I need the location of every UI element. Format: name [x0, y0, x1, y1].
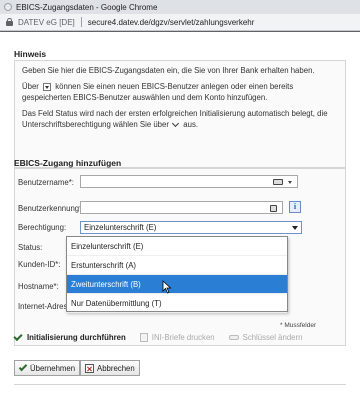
hostname-label: Hostname*:	[18, 282, 59, 291]
schluessel-label: Schlüssel ändern	[242, 332, 303, 342]
init-action-label: Initialisierung durchführen	[27, 332, 126, 342]
kunden-id-label: Kunden-ID*:	[18, 260, 61, 269]
chevron-down-icon[interactable]	[288, 181, 292, 184]
url-text[interactable]: secure4.datev.de/dgzv/servlet/zahlungsve…	[88, 18, 255, 27]
dropdown-option[interactable]: Einzelunterschrift (E)	[67, 237, 287, 256]
cancel-icon	[85, 363, 94, 373]
user-card-icon[interactable]	[273, 179, 283, 185]
key-icon	[228, 334, 239, 340]
abbrechen-label: Abbrechen	[97, 363, 135, 373]
hint-line-2-post: können Sie einen neuen EBICS-Benutzer an…	[22, 82, 294, 102]
dropdown-option[interactable]: Nur Datenübermittlung (T)	[67, 294, 287, 313]
hint-line-2: Über können Sie einen neuen EBICS-Benutz…	[22, 81, 338, 103]
benutzername-input[interactable]	[80, 175, 298, 188]
check-icon	[18, 362, 28, 371]
form-title: EBICS-Zugang hinzufügen	[14, 158, 122, 168]
hint-line-3: Das Feld Status wird nach der ersten erf…	[22, 108, 338, 130]
divider	[14, 384, 346, 385]
berechtigung-select[interactable]: Einzelunterschrift (E)	[80, 221, 302, 234]
hint-line-3-post: aus.	[183, 120, 199, 129]
window-title: EBICS-Zugangsdaten - Google Chrome	[16, 2, 158, 12]
abbrechen-button[interactable]: Abbrechen	[80, 360, 140, 376]
chrome-app-icon	[4, 3, 12, 11]
dropdown-option-selected[interactable]: Zweitunterschrift (B)	[67, 275, 287, 294]
field-icon	[270, 205, 277, 212]
berechtigung-selected-value: Einzelunterschrift (E)	[84, 223, 157, 232]
dropdown-option[interactable]: Erstunterschrift (A)	[67, 256, 287, 275]
hint-box: Geben Sie hier die EBICS-Zugangsdaten ei…	[14, 60, 346, 168]
status-label: Status:	[18, 243, 43, 252]
info-icon[interactable]: i	[289, 201, 301, 213]
address-separator	[80, 17, 82, 27]
page-content: Hinweis Geben Sie hier die EBICS-Zugangs…	[0, 32, 360, 400]
berechtigung-label: Berechtigung:	[18, 223, 67, 232]
check-icon	[13, 331, 23, 341]
dropdown-arrow-icon	[43, 82, 52, 91]
chevron-down-icon[interactable]	[292, 226, 298, 230]
schluessel-action: Schlüssel ändern	[228, 332, 303, 342]
uebernehmen-button[interactable]: Übernehmen	[14, 360, 81, 376]
chevron-down-icon	[172, 120, 180, 128]
benutzerkennung-input[interactable]	[80, 201, 283, 214]
lock-icon[interactable]	[6, 18, 13, 26]
document-icon	[139, 332, 148, 342]
init-action[interactable]: Initialisierung durchführen	[13, 331, 126, 342]
berechtigung-dropdown-list[interactable]: Einzelunterschrift (E) Erstunterschrift …	[66, 236, 288, 313]
ini-briefe-label: INI-Briefe drucken	[151, 332, 215, 342]
window-titlebar: EBICS-Zugangsdaten - Google Chrome	[0, 0, 360, 14]
ini-briefe-action: INI-Briefe drucken	[139, 332, 215, 342]
hint-line-1: Geben Sie hier die EBICS-Zugangsdaten ei…	[22, 66, 315, 75]
address-bar[interactable]: DATEV eG [DE] secure4.datev.de/dgzv/serv…	[0, 14, 360, 31]
hint-title: Hinweis	[14, 49, 47, 59]
action-bar: Initialisierung durchführen INI-Briefe d…	[13, 328, 346, 346]
hint-line-2-pre: Über	[22, 82, 39, 91]
site-origin: DATEV eG [DE]	[18, 17, 75, 27]
mouse-cursor-icon	[162, 280, 172, 294]
uebernehmen-label: Übernehmen	[30, 363, 76, 373]
benutzerkennung-label: Benutzerkennung*:	[18, 204, 85, 213]
benutzername-label: Benutzername*:	[18, 178, 74, 187]
